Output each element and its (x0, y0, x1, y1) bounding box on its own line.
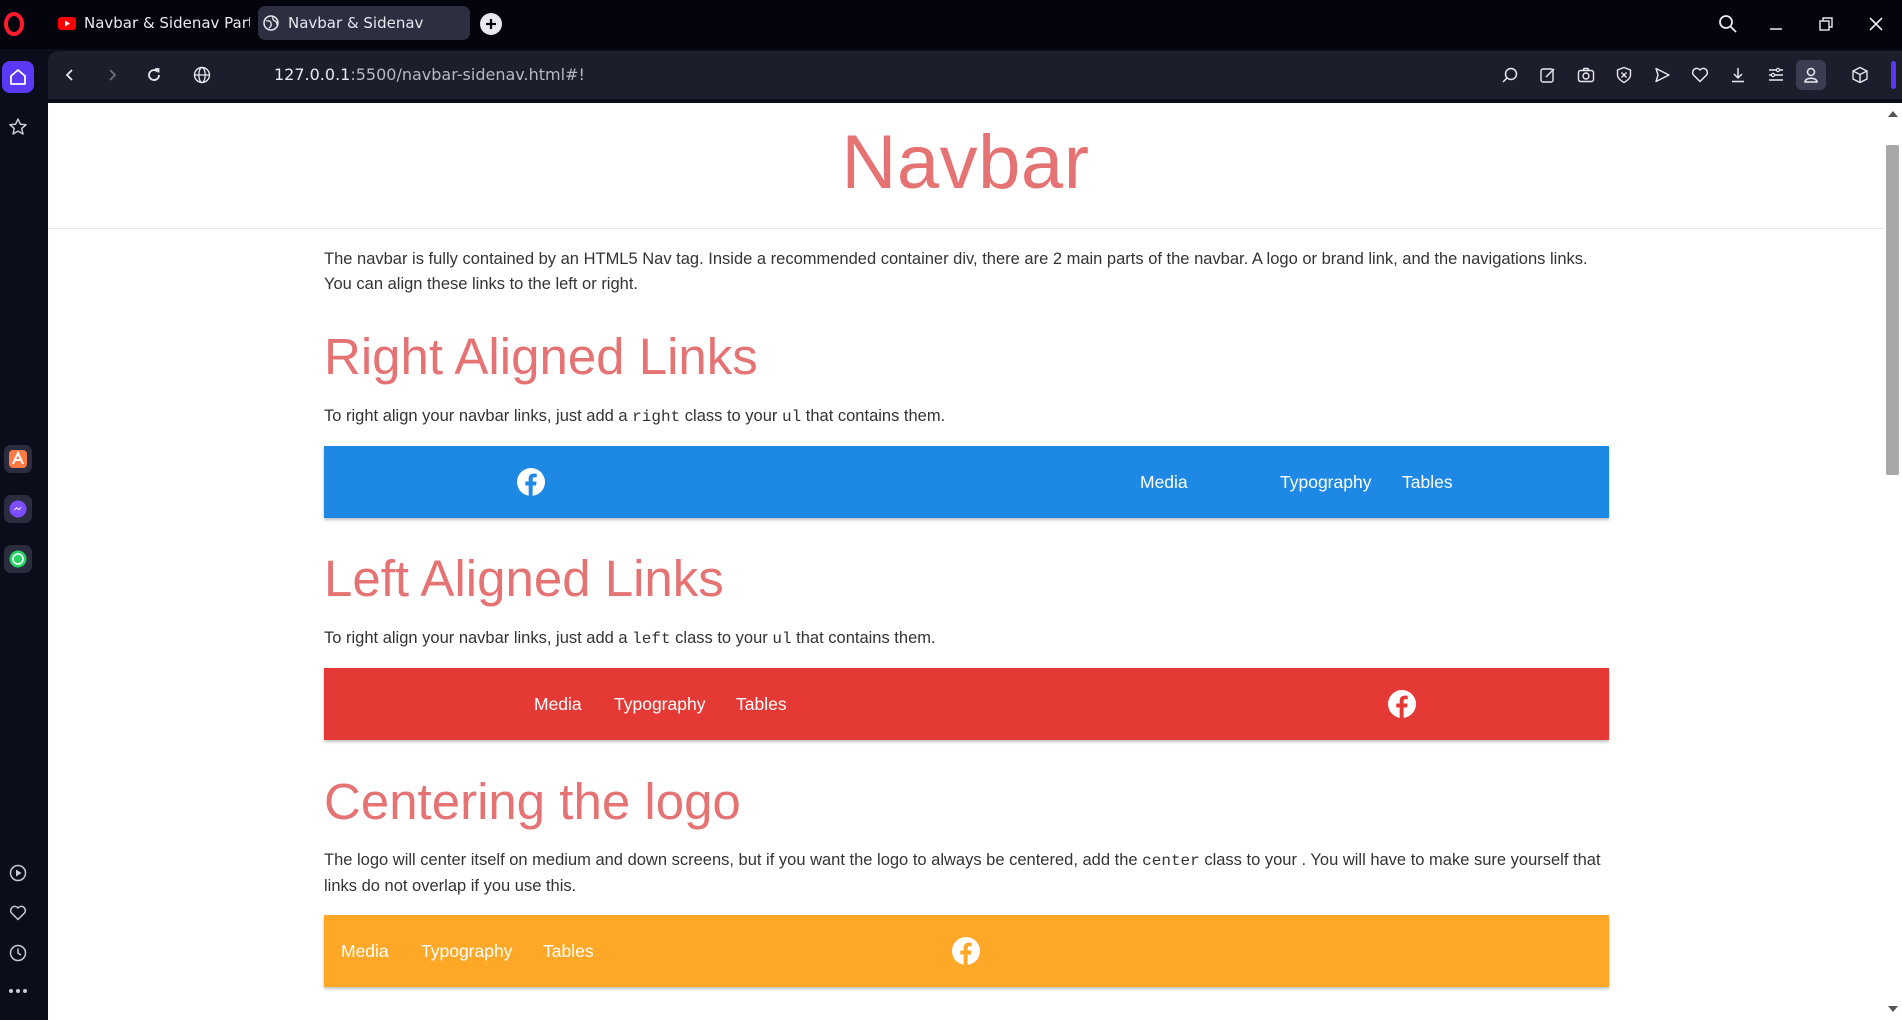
nav-link-media[interactable]: Media (1140, 446, 1188, 518)
browser-sidebar (0, 49, 44, 1020)
facebook-icon[interactable] (517, 468, 545, 496)
nav-link-tables[interactable]: Tables (736, 668, 787, 740)
send-flow-icon[interactable] (1650, 63, 1674, 87)
minimize-button[interactable] (1762, 10, 1790, 38)
favorites-heart-icon[interactable] (1688, 63, 1712, 87)
player-icon[interactable] (2, 857, 34, 889)
easy-setup-menu-icon[interactable] (1764, 63, 1788, 87)
heart-icon[interactable] (2, 897, 34, 929)
edit-note-icon[interactable] (1536, 63, 1560, 87)
tab-navbar-sidenav-part-3[interactable]: Navbar & Sidenav Part 3 (54, 6, 250, 40)
navbar-right-aligned-demo: Media Typography Tables (324, 446, 1609, 518)
sidebar-accent-indicator (1891, 61, 1896, 89)
scroll-up-arrow-icon[interactable] (1888, 111, 1898, 117)
site-info-globe-icon[interactable] (190, 63, 214, 87)
page-scrollbar[interactable] (1883, 103, 1902, 1020)
facebook-icon[interactable] (1388, 690, 1416, 718)
tab-navbar-sidenav[interactable]: Navbar & Sidenav (258, 6, 470, 40)
nav-link-tables[interactable]: Tables (543, 915, 594, 987)
back-button[interactable] (58, 63, 82, 87)
bookmarks-star-icon[interactable] (2, 111, 34, 143)
section-heading-right-aligned: Right Aligned Links (324, 328, 758, 385)
nav-link-typography[interactable]: Typography (614, 668, 705, 740)
restore-button[interactable] (1812, 10, 1840, 38)
more-options-icon[interactable] (2, 975, 34, 1007)
new-tab-button[interactable] (480, 13, 502, 35)
right-aligned-description: To right align your navbar links, just a… (324, 407, 946, 426)
page-title: Navbar (841, 120, 1090, 205)
url-path: :5500/navbar-sidenav.html#! (350, 65, 585, 84)
nav-link-typography[interactable]: Typography (1280, 446, 1371, 518)
nav-link-media[interactable]: Media (341, 915, 389, 987)
forward-button[interactable] (100, 63, 124, 87)
reload-button[interactable] (142, 63, 166, 87)
url-host: 127.0.0.1 (274, 65, 351, 84)
youtube-icon (58, 14, 76, 32)
nav-link-typography[interactable]: Typography (421, 915, 512, 987)
snapshot-camera-icon[interactable] (1574, 63, 1598, 87)
page-viewport: Navbar The navbar is fully contained by … (48, 103, 1883, 1020)
section-heading-left-aligned: Left Aligned Links (324, 550, 724, 607)
left-aligned-description: To right align your navbar links, just a… (324, 629, 936, 648)
search-tabs-icon[interactable] (1714, 10, 1742, 38)
whatsapp-icon[interactable] (4, 545, 32, 573)
messenger-icon[interactable] (4, 495, 32, 523)
download-icon[interactable] (1726, 63, 1750, 87)
url-field[interactable]: 127.0.0.1:5500/navbar-sidenav.html#! (274, 65, 585, 84)
extensions-cube-icon[interactable] (1848, 63, 1872, 87)
opera-logo-icon[interactable] (2, 12, 26, 36)
close-window-button[interactable] (1862, 10, 1890, 38)
navbar-centered-logo-demo: Media Typography Tables (324, 915, 1609, 987)
aria-icon[interactable] (4, 445, 32, 473)
nav-link-tables[interactable]: Tables (1402, 446, 1453, 518)
centering-logo-description: The logo will center itself on medium an… (324, 851, 1601, 895)
scrollbar-thumb[interactable] (1886, 145, 1899, 475)
tab-label: Navbar & Sidenav (288, 14, 424, 32)
ad-blocker-icon[interactable] (1612, 63, 1636, 87)
globe-icon (262, 14, 280, 32)
tab-label: Navbar & Sidenav Part 3 (84, 14, 250, 32)
tab-strip: Navbar & Sidenav Part 3 Navbar & Sidenav (0, 0, 1902, 49)
facebook-icon[interactable] (952, 937, 980, 965)
scroll-down-arrow-icon[interactable] (1888, 1006, 1898, 1012)
intro-paragraph: The navbar is fully contained by an HTML… (324, 250, 1588, 293)
page-header: Navbar (48, 103, 1883, 229)
history-clock-icon[interactable] (2, 937, 34, 969)
address-bar: 127.0.0.1:5500/navbar-sidenav.html#! (48, 51, 1902, 99)
search-in-page-icon[interactable] (1498, 63, 1522, 87)
profile-icon[interactable] (1796, 60, 1826, 90)
navbar-left-aligned-demo: Media Typography Tables (324, 668, 1609, 740)
section-heading-centering-logo: Centering the logo (324, 773, 741, 830)
nav-link-media[interactable]: Media (534, 668, 582, 740)
home-icon[interactable] (2, 61, 34, 93)
